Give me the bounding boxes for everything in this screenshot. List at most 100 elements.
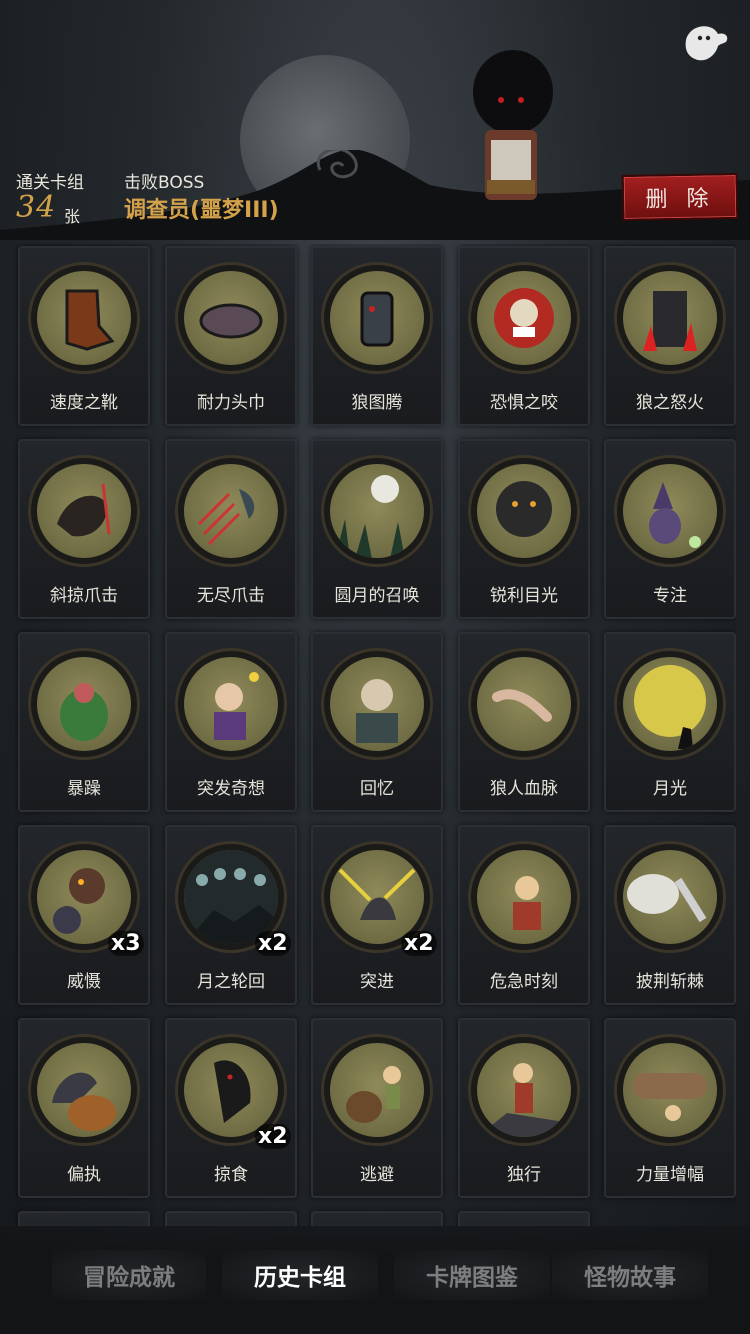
card-art-frame — [614, 455, 726, 567]
card-art-frame — [614, 841, 726, 953]
card-name: 狼人血脉 — [490, 779, 558, 799]
sudden-idea-icon — [184, 657, 278, 751]
escape-icon — [330, 1043, 424, 1137]
card-name: 回忆 — [360, 779, 394, 799]
card-art-frame — [175, 455, 287, 567]
card-item-partial[interactable] — [458, 1211, 590, 1226]
werewolf-blood-icon — [477, 657, 571, 751]
card-item[interactable]: 独行 — [458, 1018, 590, 1198]
card-item[interactable]: 圆月的召唤 — [311, 439, 443, 619]
card-item[interactable]: 锐利目光 — [458, 439, 590, 619]
card-item-partial[interactable] — [18, 1211, 150, 1226]
card-name: 突发奇想 — [197, 779, 265, 799]
card-art-frame — [614, 648, 726, 760]
card-name: 掠食 — [214, 1165, 248, 1185]
bandana-icon — [184, 271, 278, 365]
sharp-gaze-icon — [477, 464, 571, 558]
card-art-frame — [175, 648, 287, 760]
endless-claw-icon — [184, 464, 278, 558]
card-item[interactable]: 力量增幅 — [604, 1018, 736, 1198]
memory-icon — [330, 657, 424, 751]
card-count-badge: x2 — [401, 931, 437, 956]
card-name: 逃避 — [360, 1165, 394, 1185]
card-item-partial[interactable] — [311, 1211, 443, 1226]
card-item[interactable]: 危急时刻 — [458, 825, 590, 1005]
card-item[interactable]: 回忆 — [311, 632, 443, 812]
card-name: 暴躁 — [67, 779, 101, 799]
ghost-icon[interactable] — [676, 18, 732, 68]
card-item[interactable]: 掠食 x2 — [165, 1018, 297, 1198]
card-name: 突进 — [360, 972, 394, 992]
card-item[interactable]: 突发奇想 — [165, 632, 297, 812]
moon-cycle-icon — [184, 850, 278, 944]
card-name: 偏执 — [67, 1165, 101, 1185]
tab-history-decks[interactable]: 历史卡组 — [222, 1250, 378, 1300]
card-name: 圆月的召唤 — [334, 586, 420, 606]
card-art-frame — [28, 262, 140, 374]
card-name: 威慑 — [67, 972, 101, 992]
card-name: 独行 — [507, 1165, 541, 1185]
card-item[interactable]: 威慑 x3 — [18, 825, 150, 1005]
card-art-frame — [614, 1034, 726, 1146]
card-name: 耐力头巾 — [197, 393, 265, 413]
card-art-frame — [468, 841, 580, 953]
paranoia-icon — [37, 1043, 131, 1137]
card-grid[interactable]: 速度之靴 耐力头巾 狼图腾 恐惧之咬 狼之怒火斜掠爪击 无尽爪击 圆月的召唤 锐利目光 专注暴躁… — [14, 244, 736, 1226]
boss-name: 调查员(噩梦III) — [124, 198, 279, 223]
card-name: 月之轮回 — [197, 972, 265, 992]
intimidate-icon — [37, 850, 131, 944]
tab-adventure-achievements[interactable]: 冒险成就 — [52, 1250, 206, 1300]
card-item[interactable]: 狼人血脉 — [458, 632, 590, 812]
card-item[interactable]: 暴躁 — [18, 632, 150, 812]
fear-bite-icon — [477, 271, 571, 365]
card-name: 月光 — [653, 779, 687, 799]
card-name: 无尽爪击 — [197, 586, 265, 606]
charge-icon — [330, 850, 424, 944]
card-item[interactable]: 无尽爪击 — [165, 439, 297, 619]
card-item[interactable]: 突进 x2 — [311, 825, 443, 1005]
card-art-frame — [321, 1034, 433, 1146]
card-item[interactable]: 月之轮回 x2 — [165, 825, 297, 1005]
card-item[interactable]: 耐力头巾 — [165, 246, 297, 426]
card-item[interactable]: 速度之靴 — [18, 246, 150, 426]
card-art-frame — [28, 1034, 140, 1146]
card-item[interactable]: 月光 — [604, 632, 736, 812]
irritable-icon — [37, 657, 131, 751]
boot-icon — [37, 271, 131, 365]
card-item[interactable]: 斜掠爪击 — [18, 439, 150, 619]
card-item[interactable]: 狼图腾 — [311, 246, 443, 426]
card-item[interactable]: 偏执 — [18, 1018, 150, 1198]
card-name: 危急时刻 — [490, 972, 558, 992]
wolf-rage-icon — [623, 271, 717, 365]
card-name: 专注 — [653, 586, 687, 606]
card-art-frame — [614, 262, 726, 374]
cleared-decks-count: 34 — [16, 190, 57, 225]
card-count-badge: x3 — [108, 931, 144, 956]
card-art-frame — [321, 648, 433, 760]
delete-button[interactable]: 删 除 — [621, 172, 739, 222]
critical-moment-icon — [477, 850, 571, 944]
cleared-decks-unit: 张 — [64, 207, 81, 226]
lone-walk-icon — [477, 1043, 571, 1137]
card-art-frame — [468, 455, 580, 567]
card-item[interactable]: 披荆斩棘 — [604, 825, 736, 1005]
girl-character-illustration — [473, 50, 553, 200]
card-item[interactable]: 狼之怒火 — [604, 246, 736, 426]
card-item[interactable]: 恐惧之咬 — [458, 246, 590, 426]
card-count-badge: x2 — [255, 931, 291, 956]
card-name: 速度之靴 — [50, 393, 118, 413]
card-item-partial[interactable] — [165, 1211, 297, 1226]
full-moon-call-icon — [330, 464, 424, 558]
card-art-frame — [28, 455, 140, 567]
card-item[interactable]: 逃避 — [311, 1018, 443, 1198]
card-name: 锐利目光 — [490, 586, 558, 606]
power-boost-icon — [623, 1043, 717, 1137]
card-name: 力量增幅 — [636, 1165, 704, 1185]
card-count-badge: x2 — [255, 1124, 291, 1149]
card-item[interactable]: 专注 — [604, 439, 736, 619]
wolf-totem-icon — [330, 271, 424, 365]
boss-label: 击败BOSS — [124, 173, 205, 193]
tab-monster-stories[interactable]: 怪物故事 — [552, 1250, 708, 1300]
card-art-frame — [321, 455, 433, 567]
tab-card-gallery[interactable]: 卡牌图鉴 — [394, 1250, 550, 1300]
